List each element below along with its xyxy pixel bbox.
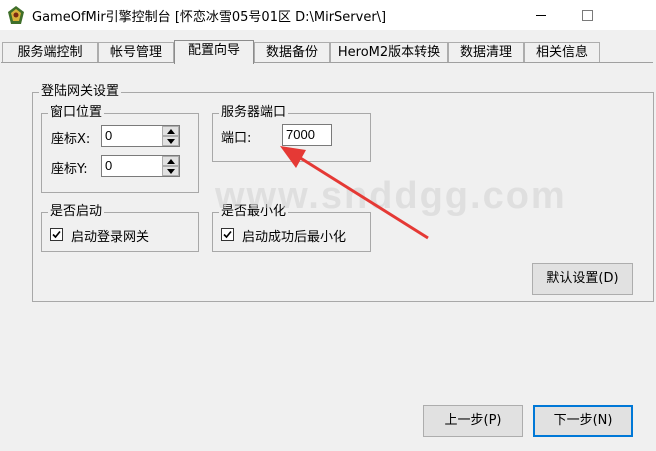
minimize-checkbox[interactable] (221, 228, 234, 241)
y-coord-label: 座标Y: (51, 162, 88, 177)
login-gateway-title: 登陆网关设置 (39, 84, 122, 100)
checkmark-icon (223, 230, 232, 239)
minimize-icon (536, 15, 546, 16)
next-step-button[interactable]: 下一步(N) (533, 405, 633, 437)
app-logo-icon (6, 5, 26, 25)
y-coord-input[interactable]: 0 (101, 155, 163, 177)
tab-data-cleanup[interactable]: 数据清理 (448, 42, 524, 63)
x-spin-up-button[interactable] (162, 126, 179, 136)
arrow-up-icon (167, 129, 175, 134)
tab-bar: 服务端控制 帐号管理 配置向导 数据备份 HeroM2版本转换 数据清理 相关信… (0, 40, 656, 64)
tab-account-management[interactable]: 帐号管理 (98, 42, 174, 63)
auto-start-title: 是否启动 (48, 204, 105, 220)
title-bar: GameOfMir引擎控制台 [怀恋冰雪05号01区 D:\MirServer\… (0, 0, 656, 30)
default-settings-button[interactable]: 默认设置(D) (532, 263, 633, 295)
arrow-down-icon (167, 139, 175, 144)
y-spin-down-button[interactable] (162, 166, 179, 176)
tab-config-wizard[interactable]: 配置向导 (174, 40, 254, 64)
port-label: 端口: (221, 131, 252, 146)
tab-server-control[interactable]: 服务端控制 (2, 42, 98, 63)
tab-data-backup[interactable]: 数据备份 (254, 42, 330, 63)
y-coord-spinner[interactable] (162, 155, 180, 177)
auto-start-checkbox[interactable] (50, 228, 63, 241)
annotation-arrow-icon (280, 146, 429, 240)
minimize-button[interactable] (518, 0, 564, 30)
maximize-icon (582, 10, 593, 21)
window-title: GameOfMir引擎控制台 [怀恋冰雪05号01区 D:\MirServer\… (32, 10, 387, 25)
checkmark-icon (52, 230, 61, 239)
tab-herom2-convert[interactable]: HeroM2版本转换 (330, 42, 448, 63)
arrow-up-icon (167, 159, 175, 164)
tab-related-info[interactable]: 相关信息 (524, 42, 600, 63)
server-port-title: 服务器端口 (219, 105, 289, 121)
y-spin-up-button[interactable] (162, 156, 179, 166)
x-coord-input[interactable]: 0 (101, 125, 163, 147)
x-coord-label: 座标X: (51, 132, 91, 147)
window-position-title: 窗口位置 (48, 105, 105, 121)
auto-start-label[interactable]: 启动登录网关 (71, 226, 149, 245)
prev-step-button[interactable]: 上一步(P) (423, 405, 523, 437)
x-coord-spinner[interactable] (162, 125, 180, 147)
arrow-down-icon (167, 169, 175, 174)
x-spin-down-button[interactable] (162, 136, 179, 146)
maximize-button[interactable] (564, 0, 610, 30)
